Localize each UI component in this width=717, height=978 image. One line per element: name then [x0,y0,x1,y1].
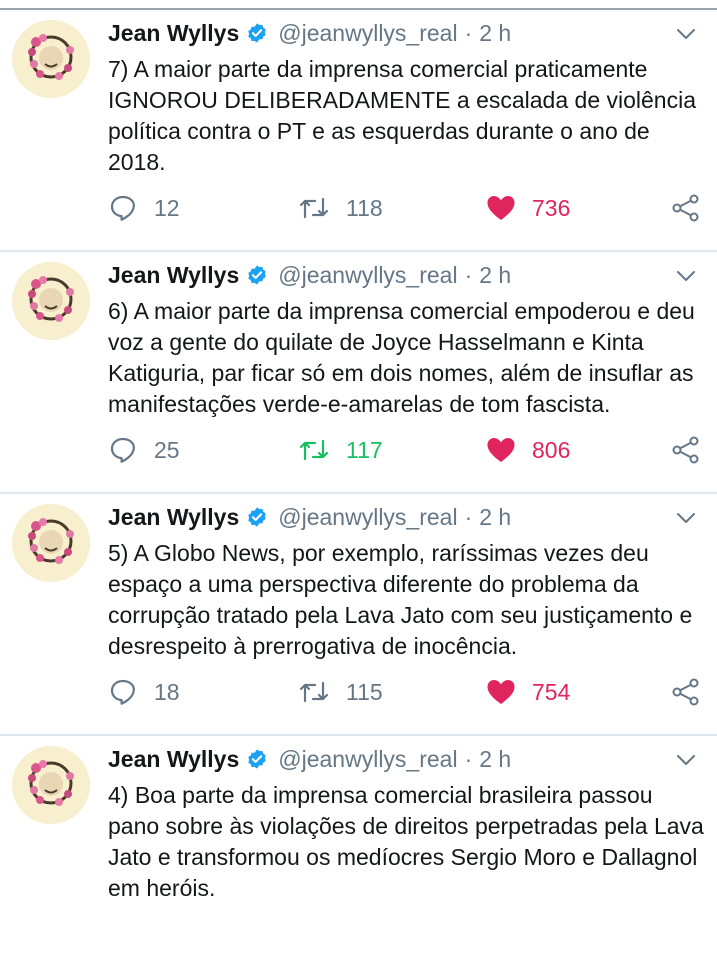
tweet-text: 5) A Globo News, por exemplo, raríssimas… [108,540,693,659]
avatar[interactable] [12,504,90,582]
separator-dot: · [464,19,473,46]
author-handle[interactable]: @jeanwyllys_real [278,20,457,47]
avatar[interactable] [12,20,90,98]
timestamp[interactable]: 2 h [479,262,511,289]
tweet[interactable]: Jean Wyllys @jeanwyllys_real · 2 h 4) Bo… [0,736,717,978]
tweet-actions: 25 117 806 [108,432,701,468]
like-button[interactable]: 754 [486,674,570,710]
tweet[interactable]: Jean Wyllys @jeanwyllys_real · 2 h 5) A … [0,494,717,736]
tweet-actions: 18 115 754 [108,674,701,710]
share-button[interactable] [671,190,701,226]
share-button[interactable] [671,432,701,468]
reply-count: 12 [154,194,180,221]
verified-icon [246,264,268,286]
reply-button[interactable]: 12 [108,190,180,226]
like-count: 806 [532,436,571,463]
author-handle[interactable]: @jeanwyllys_real [278,504,457,531]
retweet-icon [298,435,330,465]
share-icon [671,677,701,707]
separator-dot: · [464,503,473,530]
tweet-header: Jean Wyllys @jeanwyllys_real · 2 h [108,260,697,290]
reply-icon [108,193,138,223]
retweet-button[interactable]: 117 [298,432,383,468]
chevron-down-icon[interactable] [675,24,697,44]
timestamp[interactable]: 2 h [479,20,511,47]
verified-icon [246,22,268,44]
avatar[interactable] [12,746,90,824]
author-name[interactable]: Jean Wyllys [108,504,239,531]
tweet-text: 4) Boa parte da imprensa comercial brasi… [108,782,704,901]
author-handle[interactable]: @jeanwyllys_real [278,746,457,773]
author-handle[interactable]: @jeanwyllys_real [278,262,457,289]
tweet-feed: Jean Wyllys @jeanwyllys_real · 2 h 7) A … [0,10,717,978]
like-icon [486,436,516,464]
retweet-button[interactable]: 118 [298,190,383,226]
reply-icon [108,677,138,707]
author-name[interactable]: Jean Wyllys [108,20,239,47]
author-name[interactable]: Jean Wyllys [108,746,239,773]
chevron-down-icon[interactable] [675,266,697,286]
tweet-header: Jean Wyllys @jeanwyllys_real · 2 h [108,744,697,774]
like-icon [486,194,516,222]
avatar[interactable] [12,262,90,340]
chevron-down-icon[interactable] [675,750,697,770]
reply-count: 18 [154,678,180,705]
reply-button[interactable]: 18 [108,674,180,710]
retweet-button[interactable]: 115 [298,674,383,710]
like-count: 754 [532,678,571,705]
retweet-count: 115 [346,678,383,705]
separator-dot: · [464,745,473,772]
share-icon [671,193,701,223]
share-icon [671,435,701,465]
timestamp[interactable]: 2 h [479,504,511,531]
tweet-actions: 12 118 736 [108,190,701,226]
tweet-header: Jean Wyllys @jeanwyllys_real · 2 h [108,18,697,48]
like-button[interactable]: 736 [486,190,570,226]
like-icon [486,678,516,706]
retweet-icon [298,193,330,223]
reply-count: 25 [154,436,180,463]
verified-icon [246,748,268,770]
separator-dot: · [464,261,473,288]
timestamp[interactable]: 2 h [479,746,511,773]
share-button[interactable] [671,674,701,710]
retweet-icon [298,677,330,707]
author-name[interactable]: Jean Wyllys [108,262,239,289]
retweet-count: 117 [346,436,383,463]
tweet[interactable]: Jean Wyllys @jeanwyllys_real · 2 h 7) A … [0,10,717,252]
like-count: 736 [532,194,571,221]
tweet-text: 7) A maior parte da imprensa comercial p… [108,56,696,175]
like-button[interactable]: 806 [486,432,570,468]
chevron-down-icon[interactable] [675,508,697,528]
tweet-header: Jean Wyllys @jeanwyllys_real · 2 h [108,502,697,532]
reply-icon [108,435,138,465]
tweet[interactable]: Jean Wyllys @jeanwyllys_real · 2 h 6) A … [0,252,717,494]
tweet-text: 6) A maior parte da imprensa comercial e… [108,298,695,417]
retweet-count: 118 [346,194,383,221]
reply-button[interactable]: 25 [108,432,180,468]
verified-icon [246,506,268,528]
